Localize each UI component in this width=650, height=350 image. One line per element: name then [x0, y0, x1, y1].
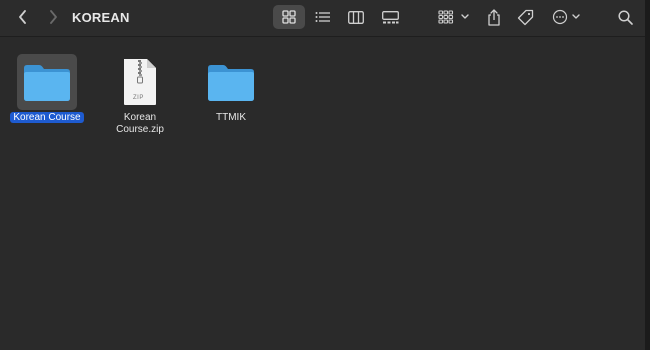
file-item-korean-course[interactable]: Korean Course [2, 54, 92, 124]
list-view-icon [315, 11, 331, 23]
tag-icon [517, 9, 534, 26]
zip-file-icon [110, 54, 170, 110]
file-name: Korean Course.zip [116, 112, 164, 135]
icon-view-icon [282, 10, 296, 24]
share-icon [487, 8, 501, 26]
column-view-button[interactable] [344, 5, 368, 29]
gallery-view-icon [381, 10, 399, 24]
zip-badge: ZIP [133, 95, 144, 101]
file-grid: Korean Course ZIP Korean Course.zip TTMI… [0, 37, 650, 350]
column-view-icon [348, 10, 364, 24]
share-button[interactable] [484, 5, 504, 29]
file-item-korean-course-zip[interactable]: ZIP Korean Course.zip [95, 54, 185, 136]
search-icon [617, 9, 633, 25]
tag-button[interactable] [515, 5, 535, 29]
back-button[interactable] [14, 5, 32, 29]
folder-icon [17, 54, 77, 110]
file-name: TTMIK [216, 112, 246, 123]
file-item-ttmik[interactable]: TTMIK [186, 54, 276, 124]
group-by-button[interactable] [437, 5, 471, 29]
forward-button[interactable] [44, 5, 62, 29]
chevron-right-icon [48, 10, 58, 24]
search-button[interactable] [615, 5, 635, 29]
group-by-icon [438, 10, 470, 24]
window-edge [645, 0, 650, 350]
window-title: KOREAN [72, 10, 130, 25]
gallery-view-button[interactable] [378, 5, 402, 29]
file-name: Korean Course [10, 112, 84, 123]
toolbar: KOREAN [0, 0, 650, 37]
more-actions-button[interactable] [551, 5, 583, 29]
icon-view-button[interactable] [273, 5, 305, 29]
list-view-button[interactable] [311, 5, 335, 29]
more-actions-icon [552, 9, 582, 25]
folder-icon [201, 54, 261, 110]
chevron-left-icon [18, 10, 28, 24]
